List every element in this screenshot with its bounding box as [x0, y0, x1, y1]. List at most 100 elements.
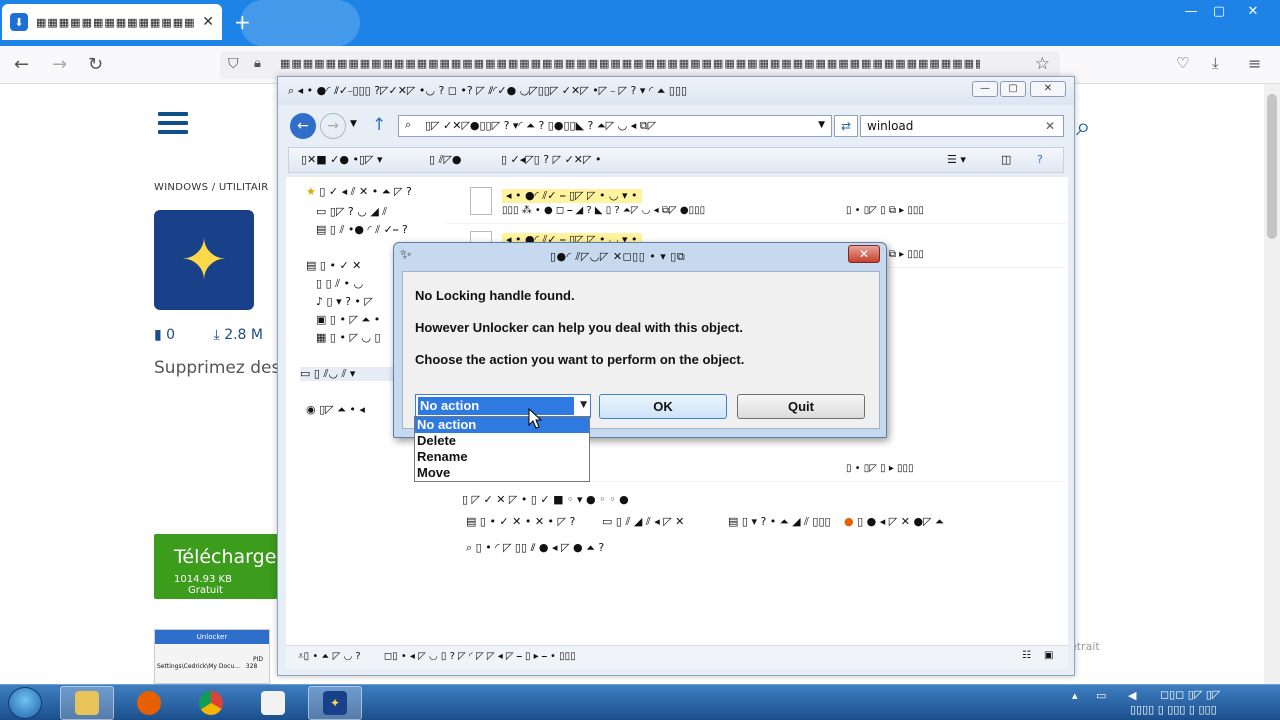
start-button[interactable] — [8, 687, 42, 719]
desktop-icon: ▭ — [316, 205, 327, 218]
url-bar[interactable]: ⛉ 🔒︎ ▦▦▦▦▦▦▦▦▦▦▦▦▦▦▦▦▦▦▦▦▦▦▦▦▦▦▦▦▦▦▦▦▦▦▦… — [220, 51, 1060, 79]
details-view-icon[interactable]: ☷ — [1022, 650, 1031, 661]
nav-item-pictures[interactable]: ▣ ▯ • ◸ ⏶ • — [316, 313, 380, 327]
action-select[interactable]: No action ▼ — [415, 394, 591, 418]
history-dropdown-icon[interactable]: ▼ — [350, 119, 357, 129]
music-icon: ♪ — [316, 295, 324, 308]
taskbar: ✦ ▴ ▭ ◀ ◻▯◻ ▯◸ ▯◸ ▯▯▯▯ ▯ ▯▯▯ ▯ ▯▯▯ — [0, 684, 1280, 720]
search-location-libraries[interactable]: ▤ ▯ • ✓ ✕ • ✕ • ◸ ? — [466, 515, 575, 528]
library-icon: ▤ — [306, 259, 317, 272]
nav-item-downloads[interactable]: ▤ ▯ ⫽ •● ◜ ⫽ ✓⎯ ? — [316, 223, 408, 237]
refresh-icon[interactable]: ⇄ — [834, 115, 858, 137]
browser-tab[interactable]: ⬇ ▦▦▦▦▦▦▦▦▦▦▦▦▦▦▦▦▦ ✕ — [2, 4, 222, 40]
explorer-minimize-button[interactable]: — — [972, 81, 998, 97]
organize-menu[interactable]: ▯✕■ ✓● •▯◸ ▾ — [301, 153, 383, 166]
screenshot-thumbnail[interactable]: Unlocker PID Settings\Cedrick\My Docu...… — [154, 629, 270, 684]
taskbar-app[interactable] — [246, 686, 300, 720]
tab-close-icon[interactable]: ✕ — [202, 14, 214, 30]
message-no-handle: No Locking handle found. — [415, 288, 575, 303]
message-can-help: However Unlocker can help you deal with … — [415, 320, 743, 335]
show-hidden-icons[interactable]: ▴ — [1072, 689, 1078, 702]
bookmark-star-icon[interactable]: ☆ — [1035, 54, 1050, 74]
explorer-maximize-button[interactable]: ▢ — [1000, 81, 1026, 97]
menu-icon[interactable]: ≡ — [1248, 54, 1261, 73]
hamburger-menu-icon[interactable] — [158, 112, 188, 138]
share-command[interactable]: ▯ ✓◂◸▯ ? ◸ ✓✕◸ • — [501, 153, 601, 166]
search-location-computer[interactable]: ▭ ▯ ⫽ ◢ ⫽ ◂ ◸ ✕ — [602, 515, 684, 529]
explorer-address-bar[interactable]: ⌕ ▯◸ ✓✕◸●▯▯◸ ? ▾◜ ⏶ ? ▯●▯▯◣ ? ⏶◸ ◡ ◂ ⧉◸ … — [398, 115, 832, 137]
nav-label: ▯ • ✓ ✕ — [319, 259, 362, 272]
option-delete[interactable]: Delete — [415, 433, 589, 449]
preview-pane-icon[interactable]: ◫ — [1001, 153, 1011, 166]
clear-search-icon[interactable]: ✕ — [1045, 119, 1055, 133]
nav-item-network[interactable]: ◉ ▯◸ ⏶ • ◂ — [306, 403, 365, 417]
search-location-label: ▯ ● ◂ ◸ ✕ ●◸ ⏶ — [857, 515, 944, 528]
nav-item-documents[interactable]: ▯ ▯ ⫽ • ◡ — [316, 277, 363, 291]
chevron-down-icon[interactable]: ▼ — [580, 400, 587, 410]
pocket-icon[interactable]: ♡ — [1176, 54, 1189, 72]
explorer-search-input[interactable]: winload ✕ — [860, 115, 1064, 137]
taskbar-chrome[interactable] — [184, 686, 238, 720]
back-icon[interactable]: ← — [290, 113, 316, 139]
forward-arrow-icon[interactable]: → — [52, 54, 67, 75]
download-license: Gratuit — [188, 585, 223, 596]
browser-tab-bar: ⬇ ▦▦▦▦▦▦▦▦▦▦▦▦▦▦▦▦▦ ✕ + — ▢ ✕ — [0, 0, 1280, 46]
comments-count: 0 — [166, 327, 176, 343]
back-arrow-icon[interactable]: ← — [14, 54, 29, 75]
volume-tray-icon[interactable]: ◀ — [1128, 689, 1136, 702]
explorer-close-button[interactable]: ✕ — [1030, 81, 1066, 97]
tray-date[interactable]: ▯▯▯▯ ▯ ▯▯▯ ▯ ▯▯▯ — [1130, 703, 1217, 716]
view-options-icon[interactable]: ☰ ▾ — [947, 153, 966, 166]
nav-item-favorites[interactable]: ★ ▯ ✓ ◂ ⫽ ✕ • ⏶ ◸ ? — [306, 185, 412, 199]
forward-icon[interactable]: → — [320, 113, 346, 139]
maximize-window-button[interactable]: ▢ — [1204, 0, 1234, 22]
help-icon[interactable]: ? — [1037, 153, 1043, 166]
scrollbar-thumb[interactable] — [1267, 94, 1277, 239]
tiles-view-icon[interactable]: ▣ — [1044, 650, 1053, 661]
download-button-label: Télécharge — [174, 546, 277, 568]
download-button[interactable]: Télécharge 1014.93 KB Gratuit — [154, 534, 278, 599]
nav-item-desktop[interactable]: ▭ ▯◸ ? ◡ ◢ ⫽ — [316, 205, 387, 219]
nav-item-libraries[interactable]: ▤ ▯ • ✓ ✕ — [306, 259, 361, 272]
minimize-window-button[interactable]: — — [1176, 0, 1206, 22]
explorer-title: ⌕ ◂ • ●◜ ⫽✓⎯▯▯▯ ?◸✓✕◸ •◡ ? ◻ •? ◸ ⫽◜✓● ◡… — [278, 77, 1074, 105]
up-arrow-icon[interactable]: ↑ — [372, 115, 386, 135]
taskbar-unlocker[interactable]: ✦ — [308, 686, 362, 720]
quit-button[interactable]: Quit — [737, 394, 865, 419]
nav-item-videos[interactable]: ▦ ▯ • ◸ ◡ ▯ — [316, 331, 381, 344]
tray-time[interactable]: ◻▯◻ ▯◸ ▯◸ — [1160, 688, 1220, 701]
network-icon: ◉ — [306, 403, 316, 416]
file-row[interactable]: ◂ • ●◜ ⫽✓ ⎯ ▯◸ ◸ • ◡ ▾ • ▯▯▯ ⁂ • ● ◻ ⎯ ◢… — [446, 181, 1066, 224]
nav-item-music[interactable]: ♪ ▯ ▾ ? • ◸ — [316, 295, 373, 308]
dialog-close-button[interactable]: ✕ — [848, 245, 880, 263]
reload-icon[interactable]: ↻ — [88, 54, 103, 75]
thumbnail-row: Settings\Cedrick\My Docu... 328 — [155, 663, 269, 670]
nav-item-computer[interactable]: ▭ ▯ ⫽◡ ⫽ ▾ — [300, 367, 398, 381]
network-tray-icon[interactable]: ▭ — [1096, 689, 1106, 702]
search-location-file-contents[interactable]: ⌕ ▯ • ◜ ◸ ▯▯ ⫽ ● ◂ ◸ ● ⏶ ? — [466, 541, 604, 555]
ok-button[interactable]: OK — [599, 394, 727, 419]
option-rename[interactable]: Rename — [415, 449, 589, 465]
search-location-internet[interactable]: ● ▯ ● ◂ ◸ ✕ ●◸ ⏶ — [844, 515, 944, 529]
option-no-action[interactable]: No action — [415, 417, 589, 433]
nav-label: ▯ ⫽ • ◡ — [325, 277, 364, 290]
close-window-button[interactable]: ✕ — [1238, 0, 1268, 22]
download-meta: 1014.93 KB Gratuit — [174, 574, 278, 596]
star-icon: ★ — [306, 185, 316, 198]
lock-icon[interactable]: 🔒︎ — [254, 56, 261, 71]
shield-icon[interactable]: ⛉ — [228, 56, 239, 72]
taskbar-firefox[interactable] — [122, 686, 176, 720]
new-tab-button[interactable]: + — [234, 10, 251, 34]
page-scrollbar[interactable] — [1264, 84, 1280, 684]
taskbar-explorer[interactable] — [60, 686, 114, 720]
search-location-custom[interactable]: ▤ ▯ ▾ ? • ⏶ ◢ ⫽ ▯▯▯ — [728, 515, 831, 529]
computer-icon: ▭ — [300, 367, 311, 380]
address-dropdown-icon[interactable]: ▼ — [818, 120, 825, 130]
open-command[interactable]: ▯ ⫽◸● — [429, 153, 462, 167]
downloads-icon[interactable]: ⤓ — [1212, 54, 1219, 72]
documents-icon: ▯ — [316, 277, 323, 290]
site-search-icon[interactable]: ⌕ — [1076, 112, 1091, 143]
app-description: Supprimez des — [154, 358, 281, 378]
option-move[interactable]: Move — [415, 465, 589, 481]
explorer-address-row: ← → ▼ ↑ ⌕ ▯◸ ✓✕◸●▯▯◸ ? ▾◜ ⏶ ? ▯●▯▯◣ ? ⏶◸… — [288, 113, 1064, 139]
